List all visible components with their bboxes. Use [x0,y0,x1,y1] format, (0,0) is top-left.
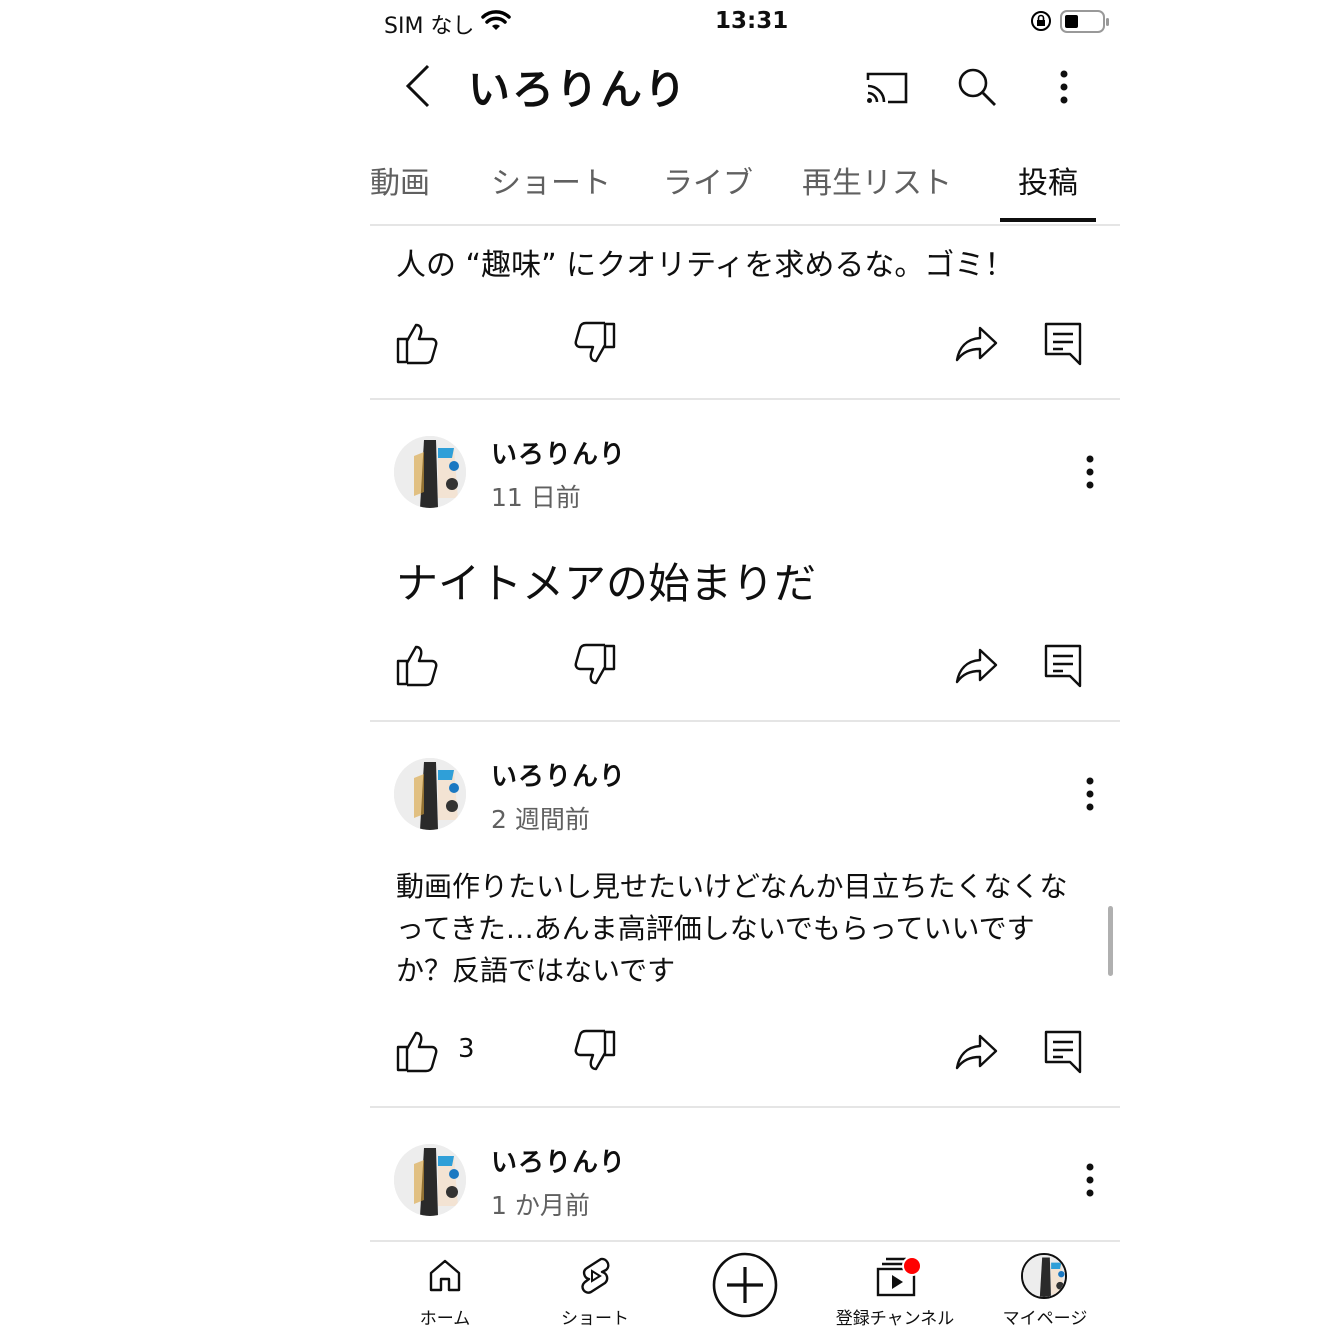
post-text: 人の “趣味” にクオリティを求めるな。ゴミ！ [396,248,1015,283]
more-vert-icon [1086,777,1094,811]
avatar[interactable] [394,1144,466,1216]
avatar-image-icon [394,758,466,830]
post-text: ナイトメアの始まりだ [396,559,817,608]
dislike-button[interactable] [572,1028,618,1074]
avatar-image-icon [394,1144,466,1216]
like-button[interactable] [394,642,440,688]
tabs-divider [370,224,1120,226]
avatar[interactable] [394,436,466,508]
create-button[interactable] [711,1251,779,1319]
share-icon [955,648,998,684]
add-circle-icon [712,1252,778,1318]
post-divider [370,398,1120,400]
nav-home-label[interactable]: ホーム [370,1304,520,1329]
cast-icon [866,72,908,104]
carrier-label: SIM なし [384,14,475,39]
notification-dot [902,1256,922,1276]
comment-button[interactable] [1042,1028,1088,1074]
tab-live[interactable]: ライブ [663,158,753,202]
share-icon [955,1034,998,1070]
share-button[interactable] [954,1030,1000,1076]
like-button[interactable] [394,320,440,366]
phone-screen: SIM なし 13:31 いろりんり 動画 ショート ライブ 再生リスト 投稿 … [370,0,1120,1336]
back-button[interactable] [398,62,438,110]
share-button[interactable] [954,322,1000,368]
thumbs-down-icon [574,643,616,685]
page-title: いろりんり [468,65,689,114]
shorts-icon [581,1257,610,1294]
thumbs-up-icon [396,1031,438,1073]
post-menu-button[interactable] [1070,452,1110,492]
more-vert-icon [1086,1163,1094,1197]
more-options-button[interactable] [1044,64,1084,110]
post-author[interactable]: いろりんり [491,756,626,793]
tab-playlists[interactable]: 再生リスト [802,158,952,202]
nav-subscriptions-label[interactable]: 登録チャンネル [820,1304,970,1329]
post-time: 11 日前 [491,483,581,512]
like-count: 3 [458,1034,475,1064]
nav-home-button[interactable] [425,1255,465,1295]
home-icon [429,1259,461,1292]
dislike-button[interactable] [572,642,618,688]
wifi-icon [481,10,511,36]
nav-shorts-label[interactable]: ショート [520,1304,670,1329]
comment-button[interactable] [1042,642,1088,688]
post-author[interactable]: いろりんり [491,434,626,471]
more-vert-icon [1086,455,1094,489]
post-time: 2 週間前 [491,805,590,834]
nav-you-avatar[interactable] [1021,1253,1067,1299]
post-menu-button[interactable] [1070,1160,1110,1200]
thumbs-up-icon [396,645,438,687]
back-arrow-icon [405,64,430,108]
tab-shorts[interactable]: ショート [491,158,611,202]
dislike-button[interactable] [572,320,618,366]
orientation-lock-icon [1030,10,1052,36]
scrollbar[interactable] [1108,906,1113,976]
battery-icon [1060,9,1110,39]
post-text: 動画作りたいし見せたいけどなんか目立ちたくなくなってきた…あんま高評価しないでも… [396,870,1068,987]
search-icon [958,68,996,106]
search-button[interactable] [954,64,1000,110]
comment-button[interactable] [1042,320,1088,366]
clock: 13:31 [715,8,789,34]
post-divider [370,720,1120,722]
comment-icon [1044,1030,1082,1074]
thumbs-up-icon [396,323,438,365]
nav-shorts-button[interactable] [575,1255,615,1297]
thumbs-down-icon [574,1029,616,1071]
tab-videos[interactable]: 動画 [370,158,430,202]
like-button[interactable] [394,1028,440,1074]
thumbs-down-icon [574,321,616,363]
comment-icon [1044,322,1082,366]
post-menu-button[interactable] [1070,774,1110,814]
comment-icon [1044,644,1082,688]
share-icon [955,326,998,362]
avatar[interactable] [394,758,466,830]
tab-posts[interactable]: 投稿 [1018,158,1078,202]
post-time: 1 か月前 [491,1191,590,1220]
avatar-image-icon [394,436,466,508]
more-vert-icon [1060,70,1068,104]
cast-button[interactable] [864,64,910,110]
nav-you-label[interactable]: マイページ [970,1304,1120,1329]
active-tab-indicator [1000,218,1096,222]
post-author[interactable]: いろりんり [491,1142,626,1179]
post-divider [370,1106,1120,1108]
share-button[interactable] [954,644,1000,690]
